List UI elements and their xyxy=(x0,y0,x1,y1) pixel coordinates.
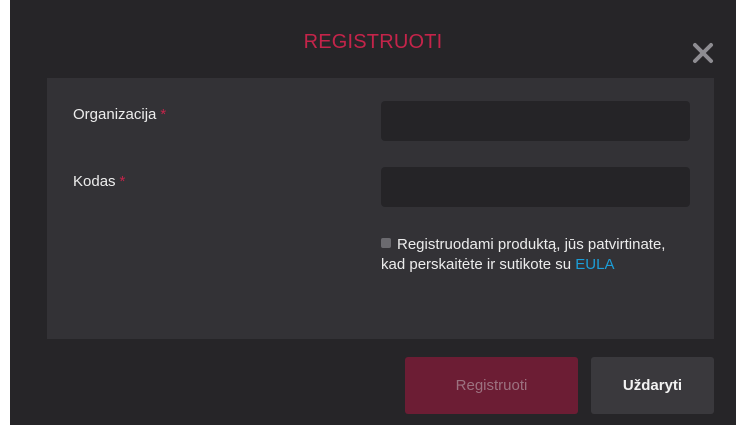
close-icon[interactable] xyxy=(690,40,716,66)
consent-text: Registruodami produktą, jūs patvirtinate… xyxy=(381,236,666,273)
form-panel: Organizacija * Kodas * Registruodami produ… xyxy=(47,78,714,339)
organization-label-text: Organizacija xyxy=(73,106,157,123)
code-label-text: Kodas xyxy=(73,173,116,190)
register-dialog: REGISTRUOTI Organizacija * Kodas * Registr… xyxy=(10,0,736,425)
eula-link[interactable]: EULA xyxy=(575,256,614,273)
eula-checkbox[interactable] xyxy=(381,238,391,248)
eula-consent: Registruodami produktą, jūs patvirtinate… xyxy=(381,235,671,275)
dialog-title: REGISTRUOTI xyxy=(303,31,443,53)
code-input[interactable] xyxy=(381,167,690,207)
required-mark: * xyxy=(119,173,126,190)
code-label: Kodas * xyxy=(73,173,125,190)
close-button[interactable]: Uždaryti xyxy=(591,357,714,414)
organization-label: Organizacija * xyxy=(73,106,166,123)
register-button[interactable]: Registruoti xyxy=(405,357,578,414)
required-mark: * xyxy=(160,106,167,123)
organization-input[interactable] xyxy=(381,101,690,141)
